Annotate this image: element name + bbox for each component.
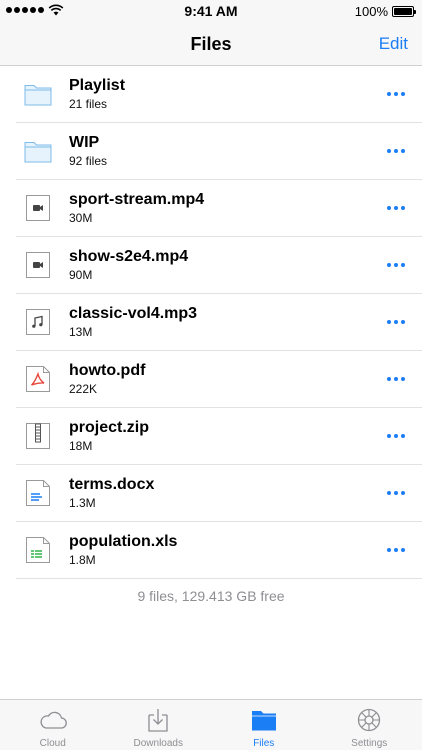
download-icon [148,709,168,732]
list-item[interactable]: classic-vol4.mp3 13M [0,294,422,351]
page-title: Files [190,34,232,54]
file-meta: 1.3M [69,496,96,510]
gear-icon [358,708,381,732]
list-item[interactable]: sport-stream.mp4 30M [0,180,422,237]
navigation-bar: Files Edit [0,22,422,66]
file-name: WIP [69,134,100,151]
list-item[interactable]: Playlist 21 files [0,66,422,123]
tab-cloud[interactable]: Cloud [0,700,106,750]
more-options-button[interactable] [384,257,408,273]
battery-percentage: 100% [354,4,388,19]
list-item[interactable]: show-s2e4.mp4 90M [0,237,422,294]
tab-label: Downloads [133,738,183,749]
file-name: population.xls [69,533,178,550]
folder-icon [24,142,52,163]
folder-icon [24,85,52,106]
file-meta: 30M [69,211,93,225]
audio-file-icon [26,309,50,335]
edit-button[interactable]: Edit [379,34,408,54]
storage-summary: 9 files, 129.413 GB free [137,588,285,604]
tab-downloads[interactable]: Downloads [106,700,212,750]
more-options-button[interactable] [384,200,408,216]
more-options-button[interactable] [384,428,408,444]
list-item[interactable]: WIP 92 files [0,123,422,180]
tab-label: Cloud [39,738,66,749]
status-bar: 9:41 AM 100% [0,0,422,22]
file-meta: 92 files [69,154,108,168]
video-file-icon [26,252,50,278]
file-meta: 90M [69,268,93,282]
more-options-button[interactable] [384,485,408,501]
battery-icon [392,6,416,17]
file-meta: 21 files [69,97,108,111]
file-list: Playlist 21 files WIP 92 files sport-str… [0,66,422,579]
file-name: sport-stream.mp4 [69,191,205,208]
list-item[interactable]: project.zip 18M [0,408,422,465]
tab-label: Settings [351,738,388,749]
video-file-icon [26,195,50,221]
file-name: Playlist [69,77,126,94]
file-meta: 1.8M [69,553,96,567]
zip-file-icon [26,423,50,449]
list-item[interactable]: population.xls 1.8M [0,522,422,579]
folder-icon [251,711,276,731]
more-options-button[interactable] [384,314,408,330]
file-name: show-s2e4.mp4 [69,248,189,265]
file-name: terms.docx [69,476,155,493]
file-meta: 222K [69,382,98,396]
list-item[interactable]: terms.docx 1.3M [0,465,422,522]
file-name: classic-vol4.mp3 [69,305,198,322]
file-name: project.zip [69,419,150,436]
tab-bar: Cloud Downloads Files Settings [0,699,422,750]
more-options-button[interactable] [384,371,408,387]
more-options-button[interactable] [384,143,408,159]
doc-file-icon [26,480,50,506]
pdf-file-icon [26,366,50,392]
file-meta: 13M [69,325,93,339]
more-options-button[interactable] [384,86,408,102]
list-item[interactable]: howto.pdf 222K [0,351,422,408]
cloud-icon [40,711,67,729]
file-name: howto.pdf [69,362,146,379]
spreadsheet-file-icon [26,537,50,563]
tab-label: Files [253,738,275,749]
tab-settings[interactable]: Settings [317,700,422,750]
file-meta: 18M [69,439,93,453]
tab-files[interactable]: Files [211,700,317,750]
more-options-button[interactable] [384,542,408,558]
